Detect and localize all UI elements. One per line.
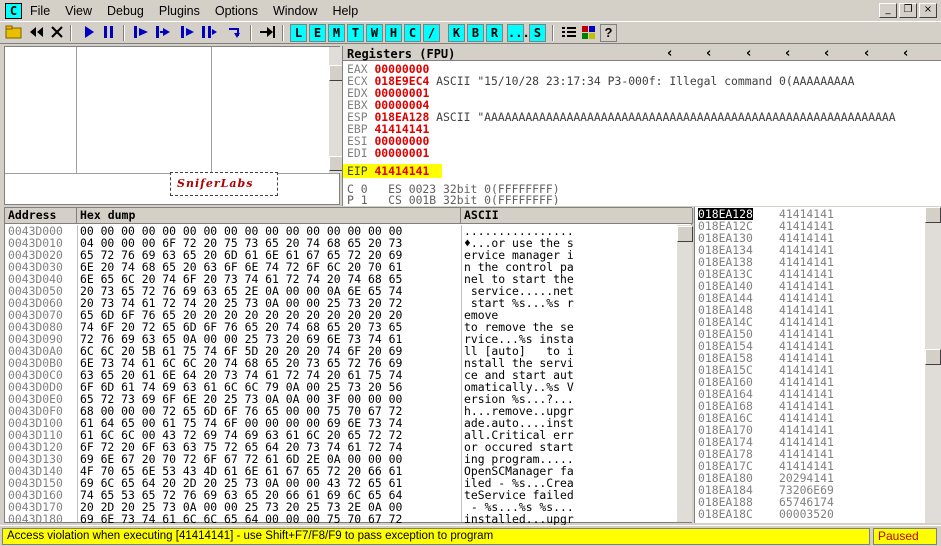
menu-help[interactable]: Help: [332, 4, 358, 18]
go-to-icon[interactable]: [258, 24, 276, 42]
handles-button[interactable]: H: [385, 24, 402, 42]
chevron-left-icon[interactable]: ‹: [864, 46, 869, 61]
animate-over-icon[interactable]: [200, 24, 218, 42]
window-controls: _ ❐ ×: [879, 3, 937, 18]
hexdump-row-address[interactable]: 0043D180: [8, 513, 63, 525]
close-button[interactable]: ×: [919, 3, 937, 18]
stack-scroll-thumb[interactable]: [925, 349, 941, 365]
chevron-left-icon[interactable]: ‹: [824, 46, 829, 61]
help-button[interactable]: ?: [600, 24, 617, 42]
run-icon[interactable]: [80, 24, 98, 42]
hexdump-row-ascii[interactable]: installed...upgr: [464, 513, 574, 525]
toolbar-separator: [70, 25, 72, 41]
cpu-button[interactable]: C: [404, 24, 421, 42]
registers-pane[interactable]: Registers (FPU) ‹ ‹ ‹ ‹ ‹ ‹ ‹ EAX 000000…: [342, 46, 941, 206]
breakpoints-button[interactable]: B: [467, 24, 484, 42]
chevron-left-icon[interactable]: ‹: [706, 46, 711, 61]
minimize-button[interactable]: _: [879, 3, 897, 18]
hexdump-ascii-column: ................ ♦...or use the s ervice m…: [464, 225, 574, 525]
hexdump-address-column: 0043D000 0043D010 0043D020 0043D030 0043D040…: [8, 225, 63, 525]
disasm-address-column: [5, 47, 77, 173]
patches-button[interactable]: /: [423, 24, 440, 42]
app-icon: C: [5, 3, 22, 19]
chevron-left-icon[interactable]: ‹: [667, 46, 672, 61]
stack-address-column: 018EA128 018EA12C 018EA130 018EA134 018EA138…: [698, 208, 753, 520]
menu-plugins[interactable]: Plugins: [159, 4, 200, 18]
menu-window[interactable]: Window: [273, 4, 317, 18]
registers-title: Registers (FPU): [347, 47, 456, 61]
menu-debug[interactable]: Debug: [107, 4, 144, 18]
hex-dump-pane[interactable]: Address Hex dump ASCII 0043D000 0043D010 0…: [4, 207, 693, 525]
log-window-button[interactable]: L: [290, 24, 307, 42]
execute-till-return-icon[interactable]: [226, 24, 244, 42]
menu-view[interactable]: View: [65, 4, 92, 18]
hexdump-scroll-thumb[interactable]: [677, 226, 693, 242]
chevron-left-icon[interactable]: ‹: [785, 46, 790, 61]
hexdump-scrollbar[interactable]: [677, 225, 693, 522]
memory-map-button[interactable]: M: [328, 24, 345, 42]
status-bar: Access violation when executing [4141414…: [0, 525, 941, 546]
registers-header[interactable]: Registers (FPU) ‹ ‹ ‹ ‹ ‹ ‹ ‹: [343, 46, 941, 61]
stack-value-column: 41414141 41414141 41414141 41414141 41414141…: [779, 208, 834, 520]
flag-row-p[interactable]: P 1 CS 001B 32bit 0(FFFFFFFF): [347, 194, 560, 205]
column-divider: [461, 225, 462, 522]
chevron-left-icon[interactable]: ‹: [746, 46, 751, 61]
logo-text: SniferLabs: [177, 177, 254, 190]
executable-modules-button[interactable]: E: [309, 24, 326, 42]
stack-scrollbar[interactable]: [925, 207, 941, 523]
stack-scroll-up[interactable]: [925, 207, 941, 223]
disasm-hex-column: [77, 47, 212, 173]
chevron-left-icon[interactable]: ‹: [903, 46, 908, 61]
toolbar: L E M T W H C / K B R ... S ?: [0, 22, 941, 44]
menu-bar: C File View Debug Plugins Options Window…: [0, 0, 941, 22]
hexdump-ascii-header[interactable]: ASCII: [461, 208, 693, 224]
stack-pane[interactable]: 018EA128 018EA12C 018EA130 018EA134 018EA138…: [694, 207, 941, 523]
hexdump-hex-header[interactable]: Hex dump: [77, 208, 461, 224]
run-trace-button[interactable]: ...: [507, 24, 530, 42]
menu-options[interactable]: Options: [215, 4, 258, 18]
stack-row-address[interactable]: 018EA18C: [698, 508, 753, 520]
stack-row-value[interactable]: 00003520: [779, 508, 834, 520]
restore-button[interactable]: ❐: [899, 3, 917, 18]
hexdump-address-header[interactable]: Address: [5, 208, 77, 224]
disasm-instruction-column: [212, 47, 329, 173]
close-process-icon[interactable]: [48, 24, 66, 42]
hexdump-hex-column: 00 00 00 00 00 00 00 00 00 00 00 00 00 0…: [80, 225, 402, 525]
debugger-state-badge: Paused: [873, 528, 937, 545]
hexdump-row-hex[interactable]: 69 6E 73 74 61 6C 6C 65 64 00 00 00 75 7…: [80, 513, 402, 525]
appearance-icon[interactable]: [580, 24, 598, 42]
watermark-logo: SniferLabs: [170, 172, 278, 196]
threads-button[interactable]: T: [347, 24, 364, 42]
register-row-edi[interactable]: EDI 00000001: [347, 147, 429, 159]
status-message: Access violation when executing [4141414…: [2, 528, 870, 545]
step-over-icon[interactable]: [154, 24, 172, 42]
column-divider: [77, 225, 78, 522]
menu-file[interactable]: File: [30, 4, 50, 18]
toolbar-separator: [552, 25, 554, 41]
register-row-eip[interactable]: EIP 41414141: [347, 165, 429, 177]
toolbar-separator: [123, 25, 125, 41]
windows-button[interactable]: W: [366, 24, 383, 42]
open-folder-icon[interactable]: [5, 24, 23, 42]
source-button[interactable]: S: [529, 24, 546, 42]
call-stack-button[interactable]: K: [448, 24, 465, 42]
pause-icon[interactable]: [100, 24, 118, 42]
references-button[interactable]: R: [486, 24, 503, 42]
restart-icon[interactable]: [28, 24, 46, 42]
toolbar-separator: [282, 25, 284, 41]
toolbar-separator: [250, 25, 252, 41]
step-into-icon[interactable]: [132, 24, 150, 42]
list-icon[interactable]: [560, 24, 578, 42]
menu-items: File View Debug Plugins Options Window H…: [30, 4, 373, 18]
animate-into-icon[interactable]: [178, 24, 196, 42]
